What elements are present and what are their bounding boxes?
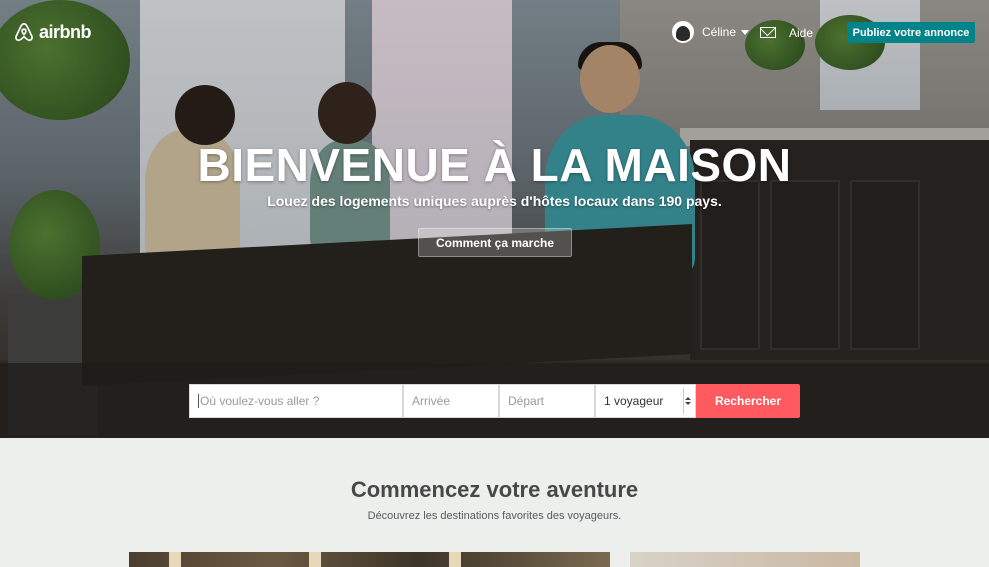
section-subtitle: Découvrez les destinations favorites des… <box>367 510 622 522</box>
logo-text: airbnb <box>39 21 92 42</box>
text-cursor <box>198 394 199 408</box>
checkout-input[interactable]: Départ <box>499 384 595 418</box>
search-button[interactable]: Rechercher <box>696 384 800 418</box>
destination-card[interactable] <box>129 552 610 567</box>
hero-section: airbnb Céline Aide Publiez votre annonce… <box>0 0 989 438</box>
airbnb-logo[interactable]: airbnb <box>13 21 92 43</box>
card-image-detail <box>309 552 321 567</box>
destination-input[interactable]: Où voulez-vous aller ? <box>189 384 403 418</box>
destination-placeholder: Où voulez-vous aller ? <box>200 394 320 408</box>
user-menu[interactable]: Céline <box>672 21 750 43</box>
checkout-placeholder: Départ <box>508 394 545 408</box>
card-image-detail <box>449 552 461 567</box>
help-link[interactable]: Aide <box>789 26 813 40</box>
mail-icon[interactable] <box>760 27 776 38</box>
airbnb-logo-icon <box>15 22 33 42</box>
chevron-down-icon <box>741 29 750 35</box>
how-it-works-button[interactable]: Comment ça marche <box>418 228 572 257</box>
destination-card[interactable] <box>630 552 860 567</box>
checkin-placeholder: Arrivée <box>412 394 451 408</box>
checkin-input[interactable]: Arrivée <box>403 384 499 418</box>
publish-listing-button[interactable]: Publiez votre annonce <box>847 22 975 43</box>
section-title: Commencez votre aventure <box>350 477 639 502</box>
avatar <box>672 21 694 43</box>
user-name: Céline <box>702 25 737 39</box>
search-form: Où voulez-vous aller ? Arrivée Départ 1 … <box>189 384 800 418</box>
card-image-detail <box>169 552 181 567</box>
hero-title: BIENVENUE À LA MAISON <box>197 139 792 191</box>
stepper-icon[interactable] <box>683 388 692 414</box>
hero-subtitle: Louez des logements uniques auprès d'hôt… <box>267 193 722 209</box>
guests-select[interactable]: 1 voyageur <box>595 384 696 418</box>
guests-value: 1 voyageur <box>604 394 664 408</box>
